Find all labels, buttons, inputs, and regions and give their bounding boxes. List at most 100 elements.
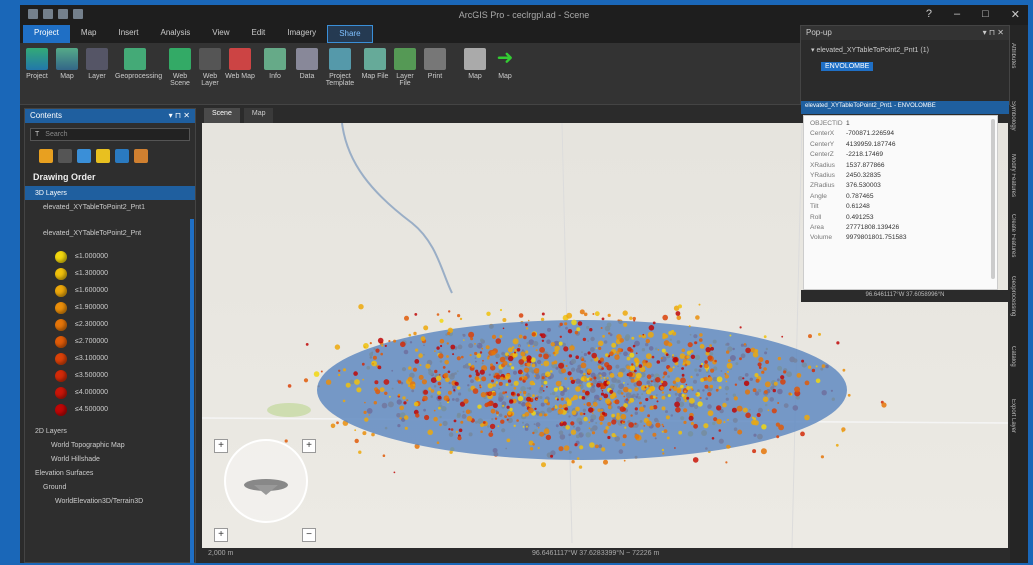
dock-tab[interactable]: Symbology bbox=[1010, 87, 1016, 145]
dock-tab[interactable]: Catalog bbox=[1010, 327, 1016, 385]
layer-row-hillshade[interactable]: World Hillshade bbox=[25, 452, 195, 466]
scale-selector[interactable]: 2,000 m bbox=[208, 550, 233, 557]
dock-tab[interactable]: Attributes bbox=[1010, 27, 1016, 85]
layer-group-2d[interactable]: 2D Layers bbox=[25, 424, 195, 438]
tab-view[interactable]: View bbox=[201, 25, 240, 43]
layer-group-3d[interactable]: 3D Layers bbox=[25, 186, 195, 200]
layer-row-a[interactable]: elevated_XYTableToPoint2_Pnt1 bbox=[25, 200, 195, 214]
point-marker bbox=[562, 421, 567, 426]
tab-imagery[interactable]: Imagery bbox=[276, 25, 327, 43]
point-marker bbox=[680, 377, 686, 384]
tab-project[interactable]: Project bbox=[23, 25, 70, 43]
point-marker bbox=[688, 415, 694, 421]
print-map-button[interactable]: Map bbox=[460, 48, 490, 80]
project-template-button[interactable]: Project Template bbox=[322, 48, 358, 87]
point-marker bbox=[592, 401, 598, 407]
point-marker bbox=[777, 356, 782, 361]
attribute-scrollbar[interactable] bbox=[991, 119, 995, 279]
list-by-labeling-icon[interactable] bbox=[134, 149, 148, 163]
popup-close-icon[interactable]: ▾ ⊓ ✕ bbox=[983, 28, 1004, 38]
data-button[interactable]: Data bbox=[292, 48, 322, 80]
ribbon-tabs: Project Map Insert Analysis View Edit Im… bbox=[20, 25, 800, 43]
point-marker bbox=[474, 343, 476, 345]
dock-tab[interactable]: Modify Features bbox=[1010, 147, 1016, 205]
zoom-out-icon[interactable]: + bbox=[214, 528, 228, 542]
dock-tab[interactable]: Export Layer bbox=[1010, 387, 1016, 445]
zoom-plus-icon[interactable]: + bbox=[302, 439, 316, 453]
point-marker bbox=[526, 362, 531, 367]
point-marker bbox=[504, 391, 508, 394]
point-marker bbox=[493, 375, 496, 378]
point-marker bbox=[463, 339, 465, 341]
navigator-control[interactable] bbox=[224, 439, 308, 523]
list-by-selection-icon[interactable] bbox=[77, 149, 91, 163]
point-marker bbox=[535, 349, 538, 352]
attribute-key: CenterX bbox=[810, 130, 835, 138]
list-by-source-icon[interactable] bbox=[58, 149, 72, 163]
info-button[interactable]: Info bbox=[260, 48, 290, 80]
point-marker bbox=[580, 362, 587, 369]
export-map-button[interactable]: ➜ Map bbox=[490, 48, 520, 80]
web-layer-button[interactable]: Web Layer bbox=[195, 48, 225, 87]
list-by-editing-icon[interactable] bbox=[96, 149, 110, 163]
attribute-value: 0.61248 bbox=[846, 203, 870, 211]
point-marker bbox=[808, 334, 812, 339]
attribute-row: Tilt 0.61248 bbox=[810, 203, 997, 213]
point-marker bbox=[486, 356, 490, 360]
point-marker bbox=[546, 386, 548, 388]
point-marker bbox=[536, 398, 538, 401]
layer-button[interactable]: Layer bbox=[82, 48, 112, 80]
point-marker bbox=[815, 378, 821, 384]
point-marker bbox=[681, 367, 684, 370]
geoprocessing-button[interactable]: Geoprocessing bbox=[115, 48, 162, 80]
point-marker bbox=[599, 357, 604, 362]
point-marker bbox=[583, 412, 586, 415]
point-marker bbox=[406, 399, 409, 402]
terrain-row[interactable]: WorldElevation3D/Terrain3D bbox=[25, 494, 195, 508]
point-marker bbox=[650, 380, 653, 383]
tab-share[interactable]: Share bbox=[327, 25, 373, 43]
popup-feature-item[interactable]: ENVOLOMBE bbox=[821, 62, 874, 71]
project-button[interactable]: Project bbox=[22, 48, 52, 80]
web-scene-button[interactable]: Web Scene bbox=[165, 48, 195, 87]
map-button[interactable]: Map bbox=[52, 48, 82, 80]
web-map-button[interactable]: Web Map bbox=[225, 48, 255, 80]
point-marker bbox=[363, 343, 369, 349]
point-marker bbox=[661, 423, 664, 426]
ground-row[interactable]: Ground bbox=[25, 480, 195, 494]
point-marker bbox=[433, 416, 438, 422]
window-controls[interactable]: ? – □ ✕ bbox=[926, 8, 1020, 21]
search-input[interactable]: T Search bbox=[30, 128, 190, 141]
point-marker bbox=[672, 366, 675, 369]
tab-scene[interactable]: Scene bbox=[204, 108, 240, 123]
list-by-drawing-order-icon[interactable] bbox=[39, 149, 53, 163]
point-marker bbox=[468, 363, 471, 366]
tab-insert[interactable]: Insert bbox=[107, 25, 149, 43]
tab-analysis[interactable]: Analysis bbox=[149, 25, 201, 43]
tab-edit[interactable]: Edit bbox=[240, 25, 276, 43]
dock-tab[interactable]: Geoprocessing bbox=[1010, 267, 1016, 325]
point-marker bbox=[707, 410, 714, 417]
tab-map[interactable]: Map bbox=[70, 25, 108, 43]
popup-layer-row[interactable]: ▾ elevated_XYTableToPoint2_Pnt1 (1) bbox=[801, 40, 1009, 60]
point-marker bbox=[639, 401, 642, 405]
layer-row-b[interactable]: elevated_XYTableToPoint2_Pnt bbox=[25, 226, 195, 240]
contents-scrollbar[interactable] bbox=[190, 219, 194, 563]
map-file-button[interactable]: Map File bbox=[360, 48, 390, 80]
elevation-surfaces-group[interactable]: Elevation Surfaces bbox=[25, 466, 195, 480]
tab-map-view[interactable]: Map bbox=[243, 108, 274, 123]
layer-row-topo[interactable]: World Topographic Map bbox=[25, 438, 195, 452]
point-marker bbox=[632, 316, 636, 321]
print-button[interactable]: Print bbox=[420, 48, 450, 80]
point-marker bbox=[624, 426, 627, 429]
point-marker bbox=[722, 402, 727, 408]
point-marker bbox=[596, 383, 601, 388]
zoom-in-icon[interactable]: + bbox=[214, 439, 228, 453]
point-marker bbox=[588, 421, 591, 424]
layer-file-button[interactable]: Layer File bbox=[390, 48, 420, 87]
list-by-snapping-icon[interactable] bbox=[115, 149, 129, 163]
point-marker bbox=[559, 322, 563, 326]
dock-tab[interactable]: Create Features bbox=[1010, 207, 1016, 265]
zoom-minus-icon[interactable]: − bbox=[302, 528, 316, 542]
point-marker bbox=[681, 348, 686, 353]
